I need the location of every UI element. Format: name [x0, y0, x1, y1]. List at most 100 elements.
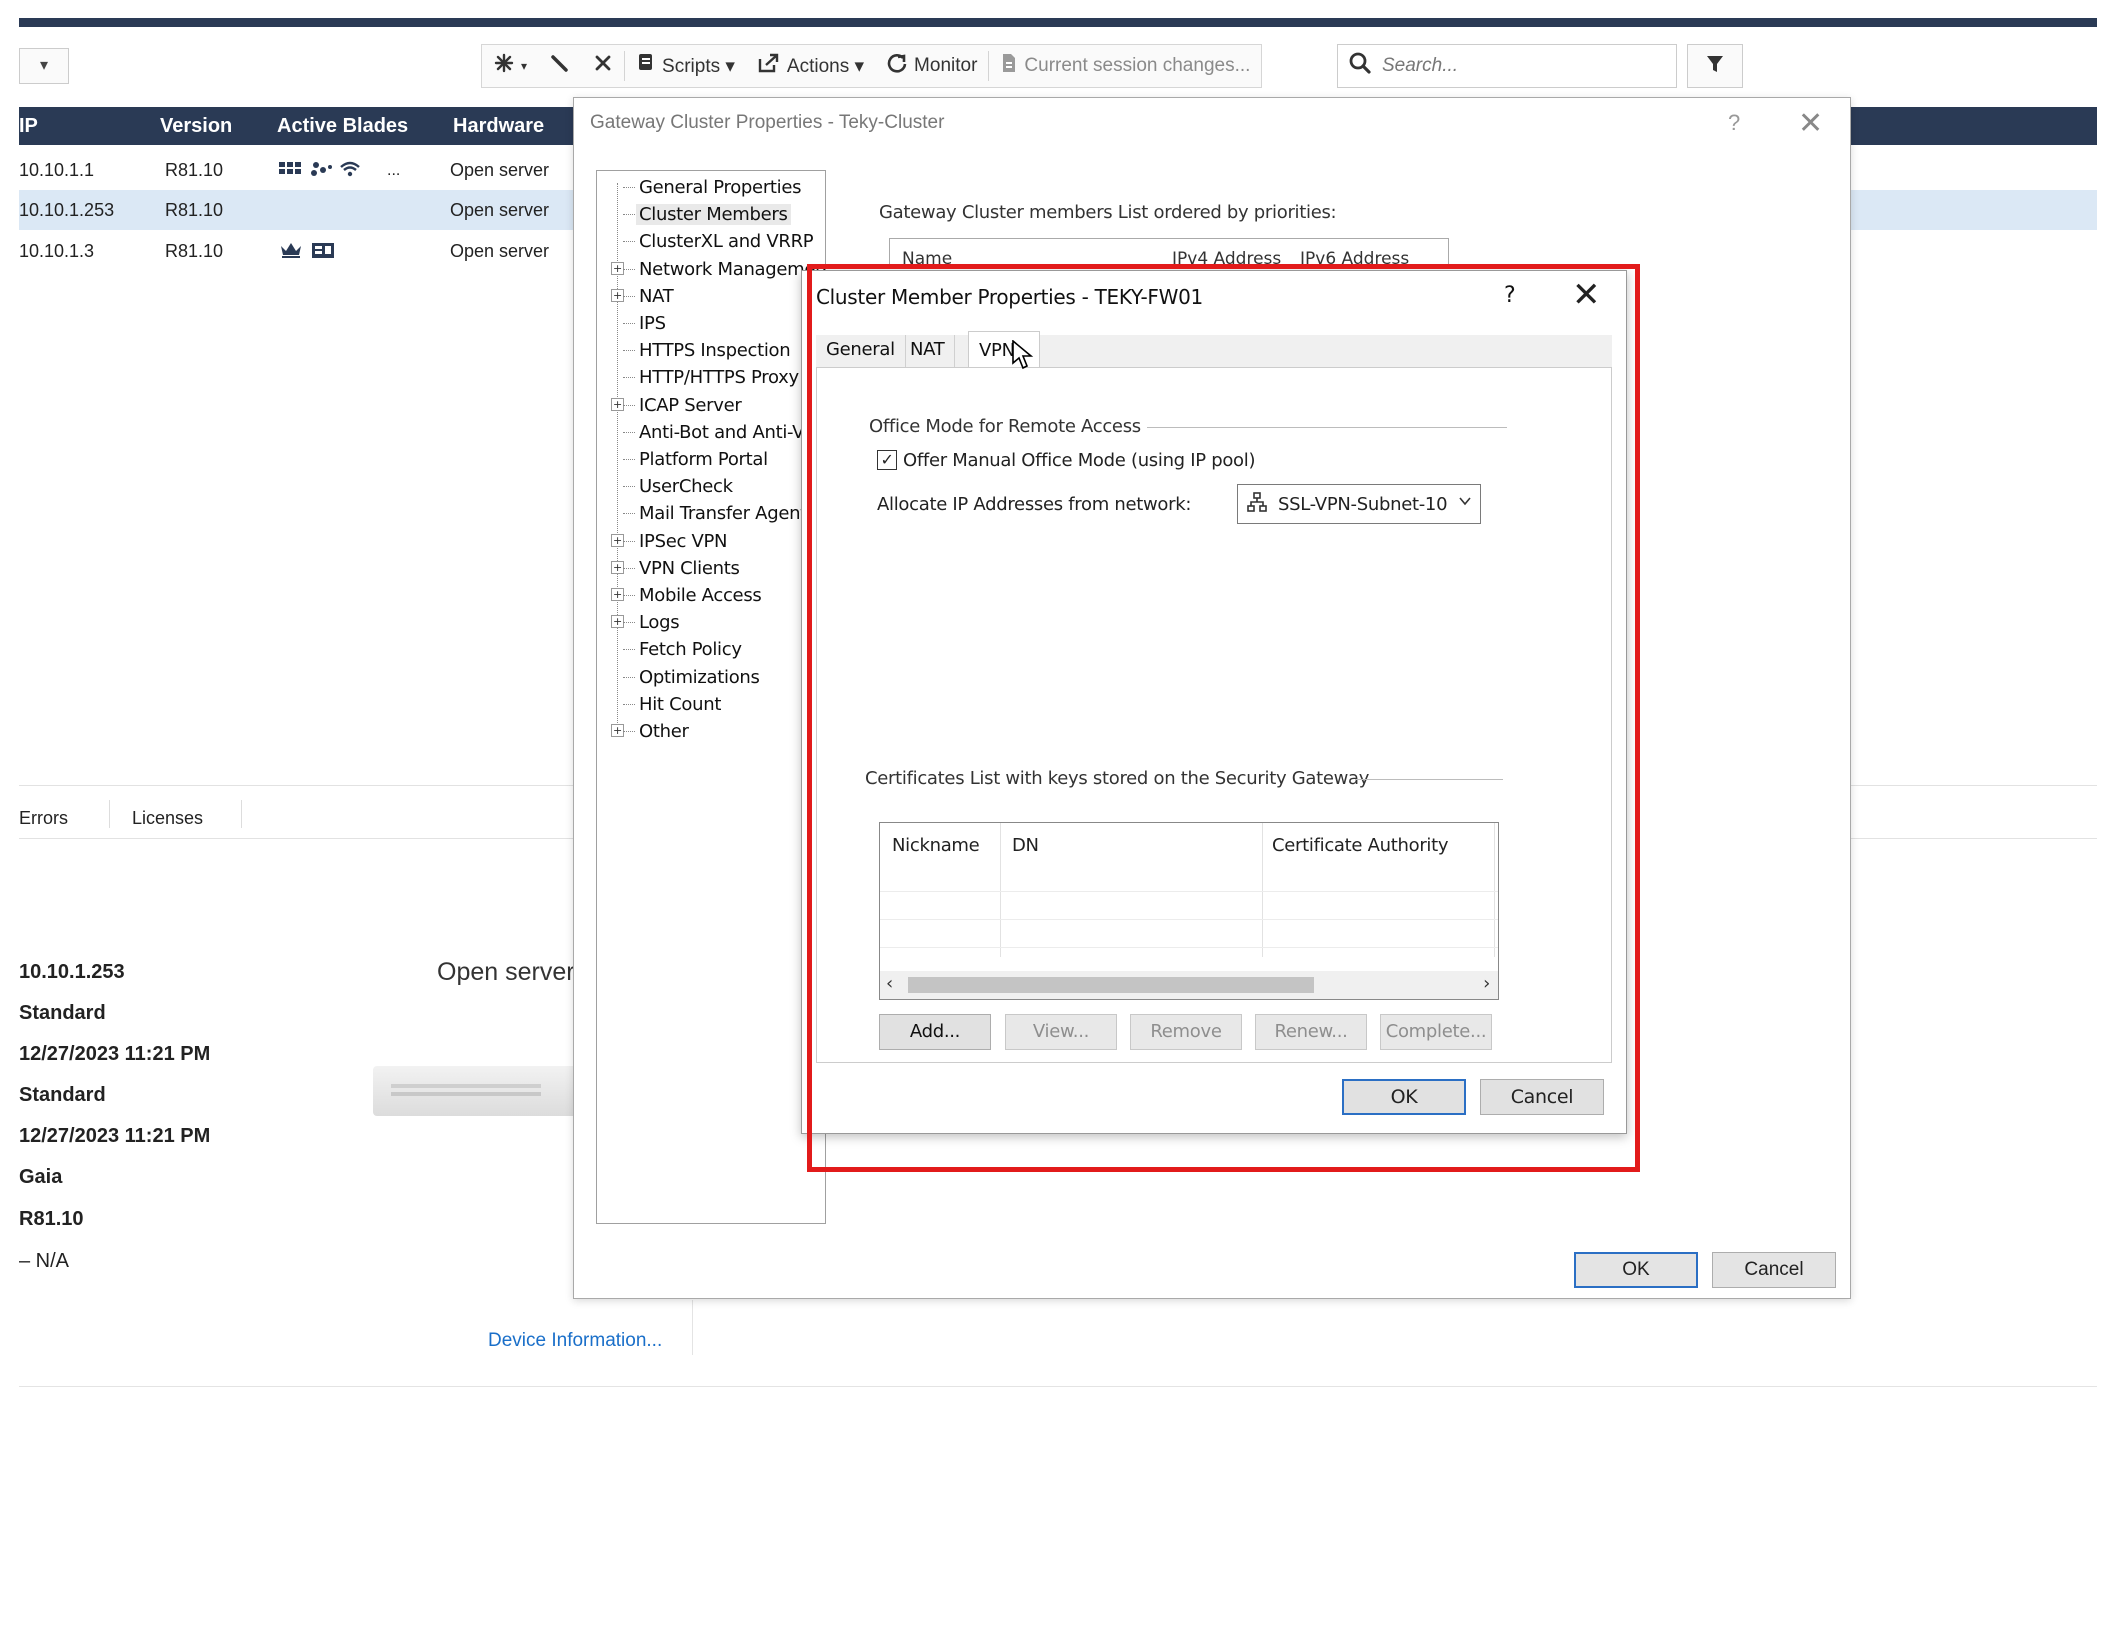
help-button[interactable]: ? [1728, 110, 1740, 136]
delete-icon [593, 53, 613, 79]
tree-item-label: VPN Clients [639, 557, 740, 579]
refresh-icon [886, 52, 908, 80]
tree-connector [623, 268, 635, 270]
divider [692, 1300, 693, 1355]
device-information-link[interactable]: Device Information... [488, 1330, 662, 1352]
header-ip[interactable]: IP [19, 115, 38, 138]
highlight-box [807, 264, 1640, 1172]
tab-separator [241, 800, 242, 828]
new-chevron-icon: ▾ [521, 59, 528, 73]
tree-item-label: Optimizations [639, 666, 760, 688]
tree-item-label: ICAP Server [639, 394, 742, 416]
search-icon [1348, 51, 1372, 81]
members-description: Gateway Cluster members List ordered by … [879, 202, 1337, 223]
session-changes-label: Current session changes... [1024, 55, 1251, 76]
detail-line: Standard [19, 1084, 106, 1106]
close-button[interactable]: ✕ [1798, 106, 1823, 141]
row-ip: 10.10.1.253 [19, 200, 115, 220]
tree-item-label: Fetch Policy [639, 639, 742, 661]
tree-item-label: HTTPS Inspection [639, 340, 791, 362]
tree-item-label: Cluster Members [636, 204, 791, 226]
header-version[interactable]: Version [160, 115, 232, 138]
tree-item-label: NAT [639, 285, 674, 307]
tree-item-label: ClusterXL and VRRP [639, 231, 814, 253]
tree-item-label: Hit Count [639, 693, 722, 715]
tree-connector [623, 649, 635, 651]
row-version: R81.10 [165, 200, 224, 220]
document-icon [1000, 52, 1018, 80]
row-ip: 10.10.1.3 [19, 241, 95, 261]
detail-ip: 10.10.1.253 [19, 961, 125, 983]
edit-button[interactable] [538, 45, 582, 87]
tree-item-label: Anti-Bot and Anti-Virus [639, 421, 826, 443]
tab-errors[interactable]: Errors [19, 808, 68, 829]
detail-line: Standard [19, 1002, 106, 1024]
tree-item-label: Network Management [639, 258, 826, 280]
tree-connector [623, 323, 635, 324]
tree-item-label: IPS [639, 313, 666, 334]
search-input[interactable]: Search... [1337, 44, 1677, 88]
tree-connector [623, 703, 635, 705]
monitor-label: Monitor [914, 55, 978, 76]
row-hardware: Open server [450, 200, 550, 220]
header-active-blades[interactable]: Active Blades [277, 115, 408, 138]
blades-more: ... [387, 162, 401, 179]
mouse-cursor-icon [1012, 339, 1034, 375]
ok-button[interactable]: OK [1574, 1252, 1698, 1288]
tree-connector [623, 431, 635, 433]
row-hardware: Open server [450, 160, 550, 180]
actions-button[interactable]: Actions ▾ [746, 45, 875, 87]
cancel-button[interactable]: Cancel [1712, 1252, 1836, 1288]
detail-line: 12/27/2023 11:21 PM [19, 1125, 211, 1147]
detail-hardware: Open server [437, 958, 575, 986]
tree-connector [623, 459, 635, 460]
toolbar-actions: ▾ Scripts ▾ Actions ▾ Monitor Current se… [481, 44, 1263, 88]
script-icon [636, 52, 656, 80]
delete-button[interactable] [582, 45, 624, 87]
blades-icons [279, 158, 389, 185]
tree-connector [623, 214, 635, 216]
detail-line: – N/A [19, 1250, 70, 1272]
row-ip: 10.10.1.1 [19, 160, 95, 180]
tree-connector [623, 676, 635, 678]
tree-item-label: UserCheck [639, 476, 733, 498]
search-placeholder: Search... [1382, 55, 1459, 76]
row-version: R81.10 [165, 160, 224, 180]
tree-connector [623, 350, 635, 352]
view-dropdown[interactable]: ▾ [19, 48, 69, 84]
actions-label: Actions ▾ [786, 55, 865, 77]
tree-item-label: Other [639, 721, 689, 742]
edit-icon [549, 52, 571, 80]
tree-connector [623, 187, 635, 188]
tree-connector [623, 622, 635, 624]
row-hardware: Open server [450, 241, 550, 261]
monitor-button[interactable]: Monitor [875, 45, 988, 87]
tree-connector [623, 377, 635, 379]
tree-item-label: IPSec VPN [639, 530, 728, 552]
new-button[interactable]: ▾ [482, 45, 538, 87]
device-image [373, 1066, 583, 1116]
tree-item-label: General Properties [639, 177, 802, 198]
new-icon [493, 52, 515, 80]
tree-connector [623, 567, 635, 569]
tree-connector [623, 595, 635, 596]
session-changes-button[interactable]: Current session changes... [989, 45, 1261, 87]
blades-icons [279, 240, 339, 265]
tree-item-label: Mobile Access [639, 585, 762, 606]
filter-button[interactable] [1687, 44, 1743, 88]
header-hardware[interactable]: Hardware [453, 115, 544, 138]
tree-connector [623, 540, 635, 542]
scripts-label: Scripts ▾ [662, 55, 735, 77]
toolbar: ▾ ▾ Scripts ▾ Actions ▾ Monitor Current … [19, 40, 2097, 92]
export-icon [757, 52, 781, 80]
tab-licenses[interactable]: Licenses [132, 808, 203, 829]
detail-line: R81.10 [19, 1208, 84, 1230]
tree-connector [623, 731, 635, 732]
app-top-bar [19, 18, 2097, 27]
scripts-button[interactable]: Scripts ▾ [625, 45, 746, 87]
filter-icon [1706, 54, 1724, 79]
divider [19, 1386, 2097, 1387]
tree-connector [623, 404, 635, 406]
tree-item-label: Platform Portal [639, 449, 768, 470]
tab-separator [109, 800, 110, 828]
